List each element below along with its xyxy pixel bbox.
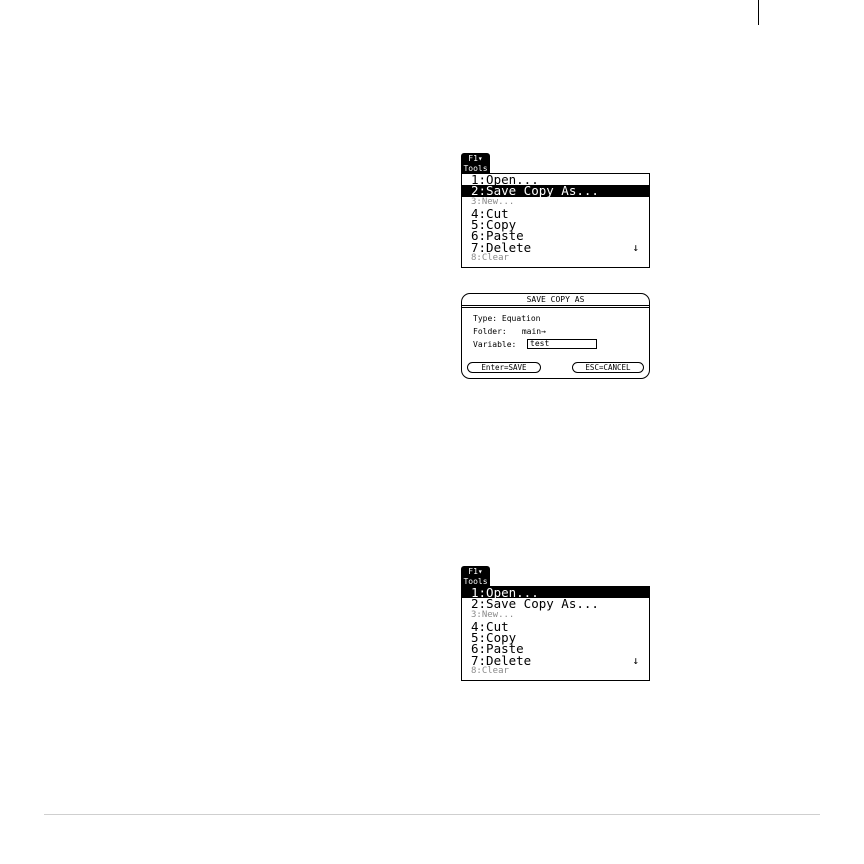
menu-item-save-copy-as[interactable]: 2:Save Copy As...: [462, 598, 649, 611]
tools-menu-list: 1:Open... 2:Save Copy As... 3:New... 4:C…: [461, 173, 650, 268]
folder-label: Folder:: [473, 327, 507, 336]
page-top-rule: [758, 0, 759, 25]
page-bottom-rule: [44, 814, 820, 815]
type-row: Type: Equation: [473, 314, 540, 324]
save-copy-as-dialog: SAVE COPY AS Type: Equation Folder: main…: [461, 293, 650, 379]
menu-item-save-copy-as[interactable]: 2:Save Copy As...: [462, 185, 649, 197]
dialog-separator: [462, 305, 649, 306]
folder-row: Folder: main→: [473, 327, 546, 337]
f1-key-label: F1▾: [468, 154, 483, 163]
type-label: Type:: [473, 314, 498, 323]
scroll-down-icon: ↓: [632, 653, 639, 667]
scroll-down-icon: ↓: [632, 240, 639, 254]
menu-item-delete[interactable]: 7:Delete ↓: [462, 240, 649, 254]
dialog-title: SAVE COPY AS: [526, 295, 585, 304]
f1-key-label: F1▾: [468, 567, 483, 576]
variable-input[interactable]: test: [527, 339, 597, 349]
menu-item-clear: 8:Clear: [471, 666, 509, 677]
folder-select[interactable]: main→: [522, 327, 546, 337]
menu-item-delete[interactable]: 7:Delete ↓: [462, 653, 649, 667]
tools-tab[interactable]: F1▾ Tools: [461, 566, 490, 588]
variable-row: Variable: test: [473, 339, 643, 350]
menu-item-clear: 8:Clear: [471, 253, 509, 264]
cancel-button[interactable]: ESC=CANCEL: [572, 362, 644, 373]
dialog-separator: [462, 307, 649, 308]
type-value: Equation: [501, 314, 541, 323]
variable-label: Variable:: [473, 340, 517, 349]
tools-tab[interactable]: F1▾ Tools: [461, 153, 490, 175]
tools-menu-list: 1:Open... 2:Save Copy As... 3:New... 4:C…: [461, 586, 650, 681]
save-button[interactable]: Enter=SAVE: [467, 362, 541, 373]
